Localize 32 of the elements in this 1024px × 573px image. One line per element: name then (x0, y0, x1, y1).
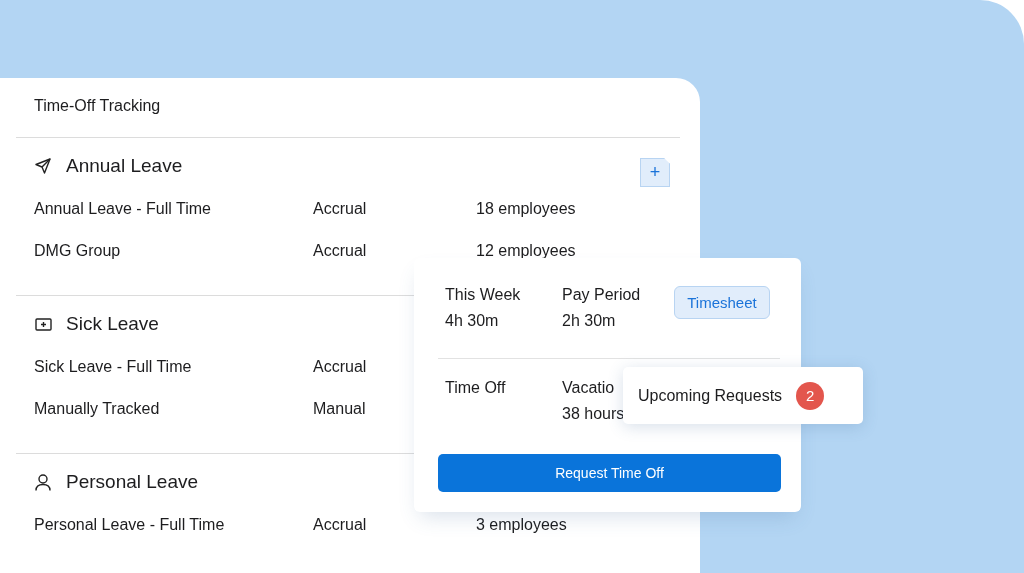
employee-count: 3 employees (476, 516, 567, 534)
vacation-hours: 38 hours (562, 404, 625, 424)
policy-name: DMG Group (34, 242, 121, 260)
stat-value: 2h 30m (562, 311, 616, 331)
plus-box-icon (34, 317, 52, 331)
upcoming-requests-label: Upcoming Requests (638, 386, 783, 405)
employee-count: 18 employees (476, 200, 576, 218)
add-button[interactable]: + (640, 158, 670, 187)
policy-type: Accrual (313, 358, 367, 376)
policy-name: Sick Leave - Full Time (34, 358, 192, 376)
section-title: Personal Leave (66, 471, 199, 493)
policy-name: Manually Tracked (34, 400, 160, 418)
vacation-label: Vacatio (562, 378, 615, 398)
stat-label: Pay Period (562, 285, 641, 305)
stat-value: 4h 30m (445, 311, 499, 331)
request-time-off-button[interactable]: Request Time Off (438, 454, 781, 492)
section-title: Annual Leave (66, 155, 183, 177)
section-title: Sick Leave (66, 313, 159, 335)
timesheet-button[interactable]: Timesheet (674, 286, 770, 319)
person-icon (35, 473, 51, 491)
count-badge: 2 (796, 381, 825, 410)
policy-type: Accrual (313, 200, 367, 218)
time-off-label: Time Off (445, 378, 506, 398)
policy-name: Personal Leave - Full Time (34, 516, 225, 534)
policy-name: Annual Leave - Full Time (34, 200, 211, 218)
employee-count: 12 employees (476, 242, 576, 260)
policy-type: Accrual (313, 516, 367, 534)
stat-label: This Week (445, 285, 521, 305)
send-icon (35, 158, 51, 174)
policy-type: Manual (313, 400, 366, 418)
policy-type: Accrual (313, 242, 367, 260)
panel-title: Time-Off Tracking (33, 96, 162, 116)
